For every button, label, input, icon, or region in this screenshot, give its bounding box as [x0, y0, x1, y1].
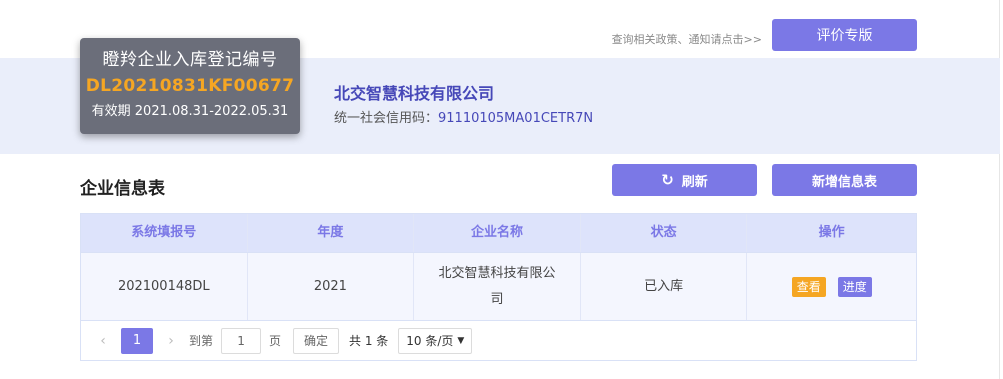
cell-report-id: 202100148DL [81, 253, 248, 320]
chevron-left-icon[interactable]: ‹ [93, 333, 113, 349]
validity-period: 有效期 2021.08.31-2022.05.31 [91, 104, 289, 119]
goto-label: 到第 [189, 334, 214, 348]
header-cell: 操作 [818, 225, 845, 240]
table-row: 202100148DL 2021 北交智慧科技有限公司 已入库 查看 进度 [81, 252, 916, 320]
goto-page-input[interactable]: 1 [221, 327, 262, 354]
current-page-button[interactable]: 1 [121, 327, 153, 354]
registration-number: DL20210831KF00677 [85, 76, 295, 96]
header-cell: 系统填报号 [81, 214, 248, 252]
policy-notice-link[interactable]: 查询相关政策、通知请点击>> [612, 31, 762, 47]
progress-button[interactable]: 进度 [837, 276, 872, 297]
refresh-button[interactable]: ↻ 刷新 [612, 164, 757, 196]
view-button[interactable]: 查看 [791, 276, 826, 297]
pagination: ‹ 1 › 到第 1 页 确定 共 1 条 10 条/页 ▼ [81, 320, 916, 360]
cell-year: 2021 [248, 253, 415, 320]
section-title: 企业信息表 [80, 179, 165, 199]
cell-actions: 查看 进度 [747, 253, 916, 320]
badge-title: 瞪羚企业入库登记编号 [102, 50, 278, 70]
chevron-right-icon[interactable]: › [161, 333, 181, 349]
header-cell: 年度 [248, 214, 415, 252]
confirm-goto-button[interactable]: 确定 [293, 327, 340, 354]
table-header: 系统填报号 年度 企业名称 状态 操作 [81, 214, 916, 252]
cell-company-name: 北交智慧科技有限公司 [414, 253, 581, 320]
credit-code-value: 91110105MA01CETR7N [438, 111, 594, 126]
cell-status: 已入库 [581, 253, 748, 320]
caret-down-icon: ▼ [457, 335, 465, 346]
page-size-value: 10 条/页 [406, 334, 454, 348]
enterprise-info-table: 系统填报号 年度 企业名称 状态 操作 202100148DL 2021 北交智… [80, 213, 917, 361]
page-frame: 查询相关政策、通知请点击>> 评价专版 瞪羚企业入库登记编号 DL2021083… [0, 0, 1000, 379]
header-cell: 企业名称 [414, 214, 581, 252]
page-size-select[interactable]: 10 条/页 ▼ [398, 327, 473, 354]
company-name: 北交智慧科技有限公司 [334, 84, 495, 103]
evaluation-button[interactable]: 评价专版 [772, 19, 917, 51]
registration-badge: 瞪羚企业入库登记编号 DL20210831KF00677 有效期 2021.08… [80, 38, 300, 134]
refresh-label: 刷新 [681, 174, 708, 190]
page-unit-label: 页 [269, 334, 282, 348]
credit-code-label: 统一社会信用码： [334, 111, 439, 126]
credit-code-line: 统一社会信用码：91110105MA01CETR7N [334, 107, 593, 126]
refresh-icon: ↻ [661, 170, 674, 189]
total-count: 共 1 条 [349, 334, 389, 348]
header-cell: 状态 [581, 214, 748, 252]
add-info-sheet-button[interactable]: 新增信息表 [772, 164, 917, 196]
